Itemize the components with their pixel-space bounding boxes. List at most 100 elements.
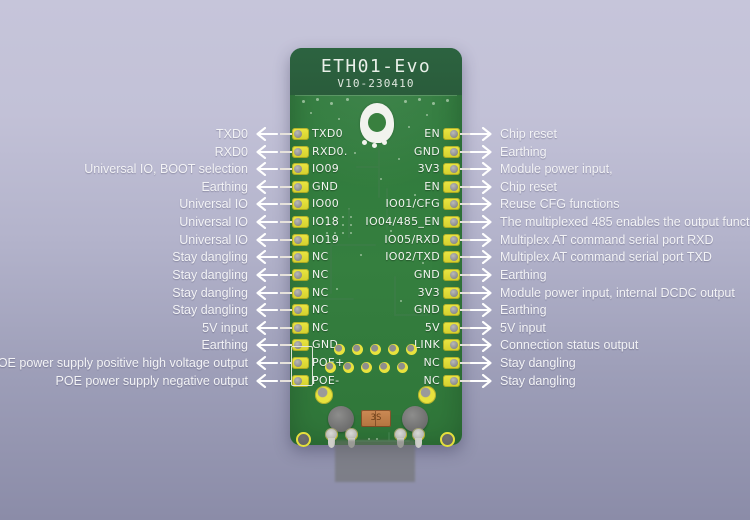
pin-pad-right (443, 145, 472, 158)
arrow-right-icon (469, 215, 494, 230)
silk-dot (414, 194, 416, 196)
callout-left: Earthing (0, 179, 279, 195)
pin-pad-right (443, 374, 472, 387)
via-grid-dot (350, 224, 352, 226)
callout-left-text: RXD0 (214, 144, 248, 159)
pin-label-right: EN (424, 179, 440, 193)
callout-right-text: Chip reset (500, 127, 557, 141)
pin-label-right: 3V3 (417, 285, 440, 299)
arrow-right-icon (469, 303, 494, 318)
power-via (325, 362, 336, 373)
callout-left: Universal IO (0, 196, 279, 212)
corner-mount-hole (440, 432, 455, 447)
arrow-left-icon (254, 126, 279, 142)
pin-label-left: IO19 (312, 232, 340, 246)
antenna-dot-icon (382, 120, 387, 125)
callout-left-text: Earthing (201, 179, 248, 194)
callout-left-text: 5V input (202, 320, 248, 335)
pin-pad-right (443, 286, 472, 299)
silk-dot (310, 112, 312, 114)
pin-pad-left (280, 163, 309, 176)
silk-dot (330, 102, 333, 105)
pin-pad-left (280, 286, 309, 299)
pin-pad-left (280, 216, 309, 229)
arrow-left-icon (254, 197, 279, 212)
poe-pad-frame (291, 346, 313, 386)
callout-left: POE power supply negative output (0, 373, 279, 389)
callout-right: Chip reset (469, 179, 750, 195)
pin-pad-left (280, 128, 309, 140)
pin-pad-left (280, 304, 309, 317)
callout-left: Universal IO (0, 214, 279, 230)
arrow-left-icon (254, 320, 279, 335)
arrow-right-icon (469, 320, 494, 335)
pin-label-left: NC (312, 303, 329, 317)
callout-left: Stay dangling (0, 249, 279, 265)
pin-label-left: RXD0. (312, 144, 348, 158)
callout-left: 5V input (0, 320, 279, 336)
callout-right: Multiplex AT command serial port RXD (469, 232, 750, 248)
arrow-left-icon (254, 215, 279, 230)
silk-dot (360, 254, 362, 256)
pin-label-left: POE- (312, 373, 340, 387)
leg-pin (328, 438, 335, 448)
arrow-right-icon (469, 232, 494, 247)
silk-dot (426, 114, 428, 116)
callout-left: RXD0 (0, 144, 279, 160)
pin-pad-right (443, 128, 472, 140)
silk-dot (338, 118, 340, 120)
right-callout-column: Chip reset Earthing Module power input, Chi… (469, 0, 750, 520)
silk-dot (390, 230, 392, 232)
callout-right: Earthing (469, 267, 750, 283)
pin-pad-right (443, 251, 472, 264)
silk-dot (316, 98, 319, 101)
silk-dot (380, 178, 382, 180)
pin-label-right: NC (423, 356, 440, 370)
pin-label-left: GND (312, 179, 339, 193)
callout-left: Universal IO, BOOT selection (0, 161, 279, 177)
callout-right: Stay dangling (469, 355, 750, 371)
pin-pad-left (280, 321, 309, 334)
callout-right-text: Stay dangling (500, 373, 576, 388)
callout-left-text: Stay dangling (172, 303, 248, 318)
arrow-left-icon (254, 338, 279, 353)
callout-right-text: Chip reset (500, 179, 557, 194)
pin-pad-left (280, 198, 309, 211)
leg-pin (415, 438, 422, 448)
callout-left-text: POE power supply negative output (55, 373, 248, 388)
arrow-left-icon (254, 303, 279, 318)
diagram-canvas: ETH01-Evo V10-230410 TXD0 EN RXD0. GND I… (0, 0, 750, 520)
power-via (379, 362, 390, 373)
callout-left: Stay dangling (0, 302, 279, 318)
callout-right: Earthing (469, 144, 750, 160)
power-via (370, 344, 381, 355)
pin-pad-left (280, 233, 309, 246)
callout-left: Earthing (0, 337, 279, 353)
pin-label-right: 3V3 (417, 162, 440, 176)
callout-left: Stay dangling (0, 285, 279, 301)
callout-right: Module power input, (469, 161, 750, 177)
arrow-left-icon (254, 373, 279, 388)
power-via (352, 344, 363, 355)
arrow-left-icon (254, 144, 279, 159)
shield-divider (295, 95, 457, 96)
silk-dot (400, 300, 402, 302)
callout-left-text: TXD0 (216, 127, 248, 141)
pin-pad-right (443, 357, 472, 370)
power-via (334, 344, 345, 355)
pin-pad-right (443, 339, 472, 352)
pin-label-right: GND (413, 267, 440, 281)
arrow-right-icon (469, 144, 494, 159)
callout-left-text: Universal IO (179, 215, 248, 230)
callout-right-text: Reuse CFG functions (500, 197, 620, 212)
power-via (406, 344, 417, 355)
pin-pad-left (280, 268, 309, 281)
pin-label-left: TXD0 (312, 127, 343, 140)
pin-pad-right (443, 216, 472, 229)
arrow-right-icon (469, 355, 494, 371)
board-shadow (335, 440, 415, 482)
callout-right-text: Earthing (500, 267, 547, 282)
mount-pad (418, 386, 436, 404)
callout-right-text: Multiplex AT command serial port TXD (500, 250, 712, 265)
silk-dot (302, 100, 305, 103)
